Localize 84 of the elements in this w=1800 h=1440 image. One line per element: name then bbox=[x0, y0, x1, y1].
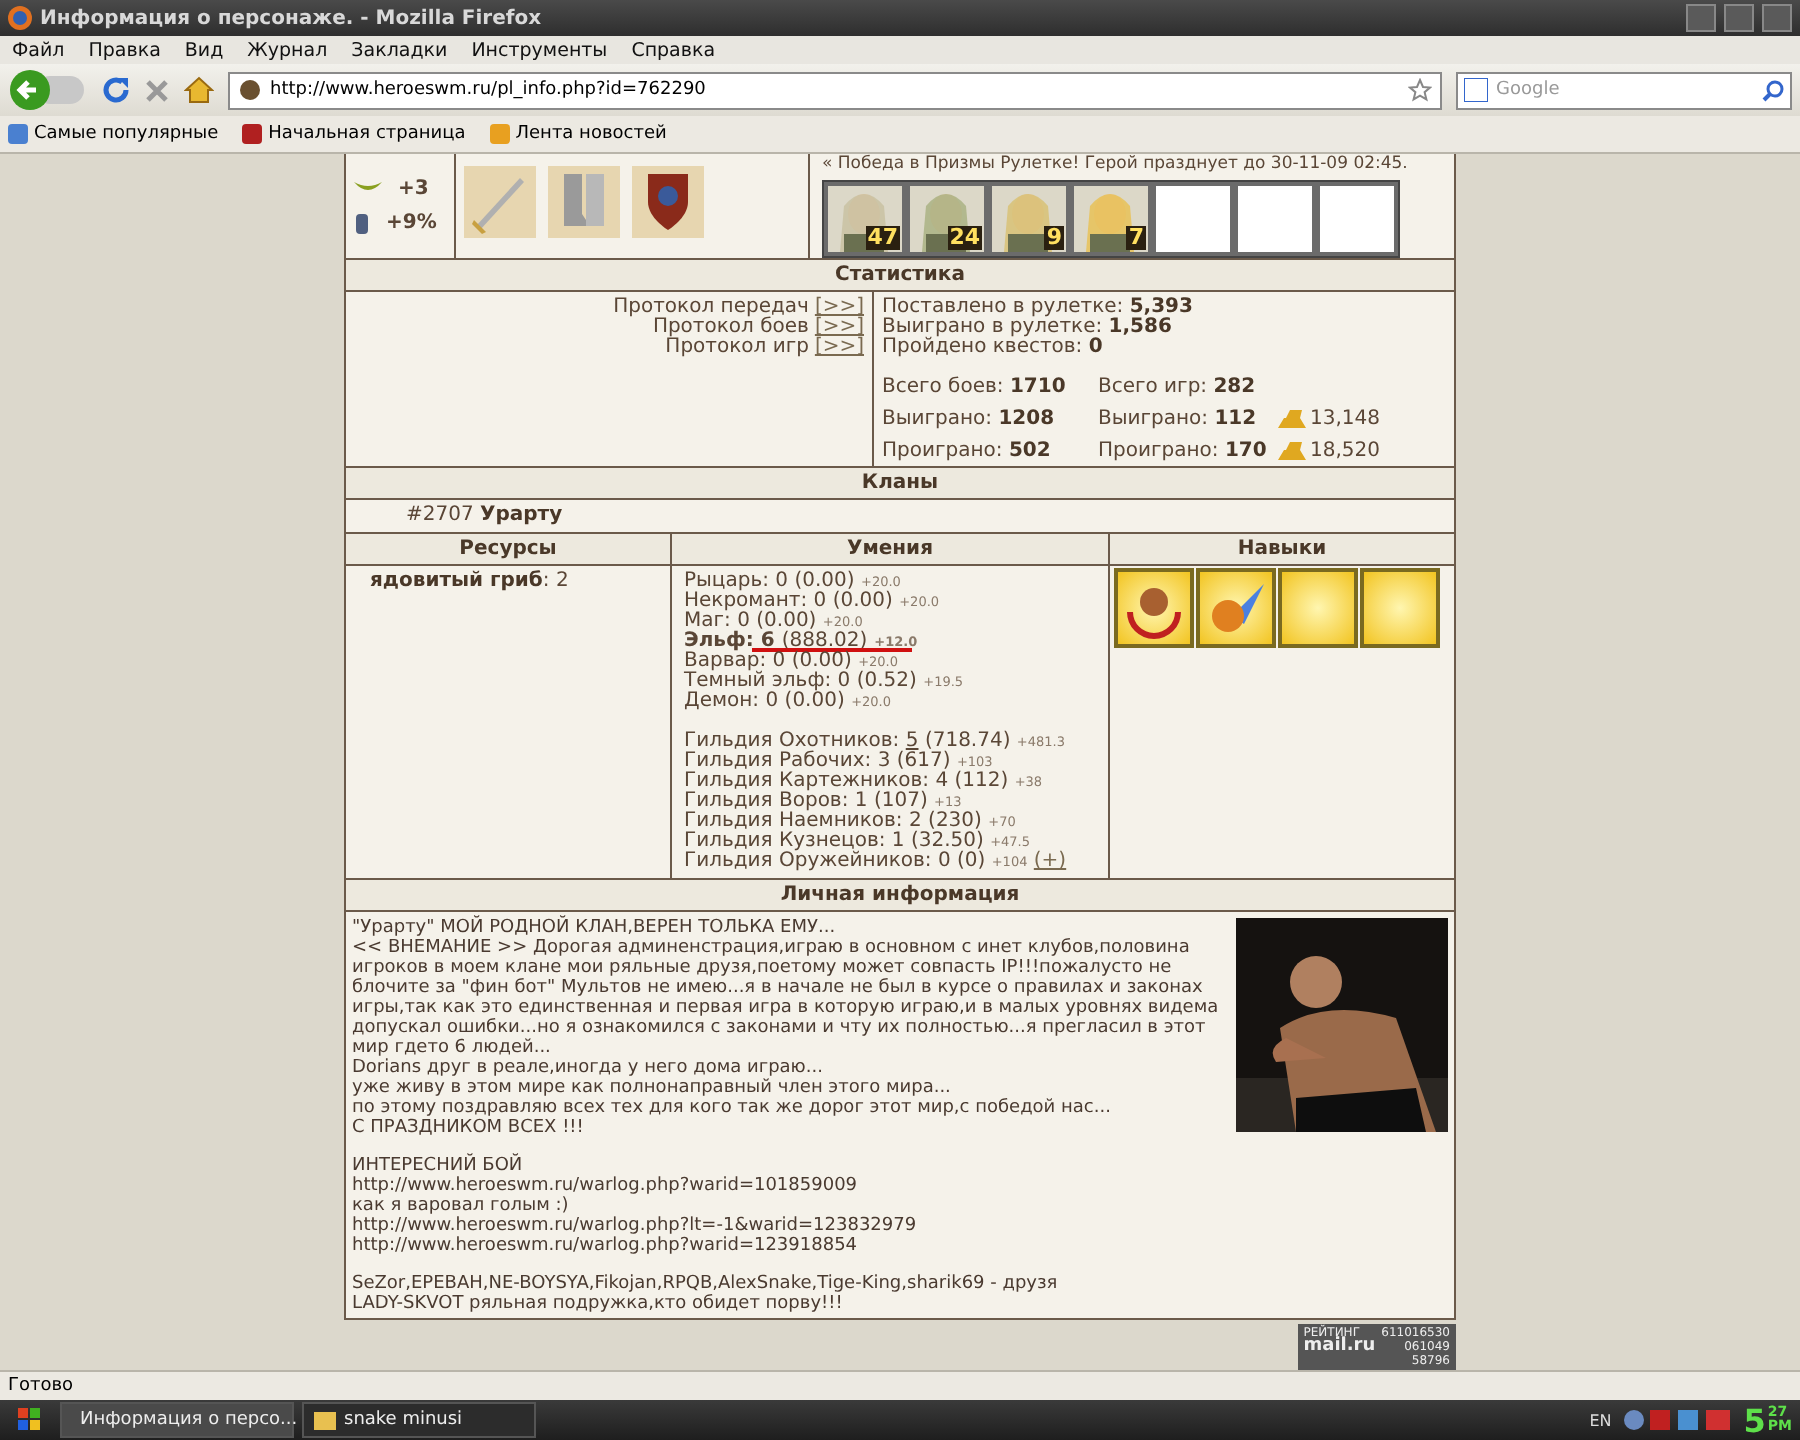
unit-count: 9 bbox=[1044, 226, 1064, 250]
search-icon[interactable] bbox=[1762, 79, 1784, 101]
info-text: << ВНЕМАНИЕ >> Дорогая админенстрация,играю в основном с инет клубов,половина игроков в моем клане мои ряльные друзя,поетому может совпасть IP!!!пожалусто не блочите за "фин бот" Мультов не имею...я в начале не был в курсе о правилах и законах игры,так как это единственная и первая игра в которую играю,и в малых уровнях видема допускал ошибки...но я ознакомился с законами и чту их полностью...я прегласил в этот мир гдето 6 людей... bbox=[352, 938, 1221, 1058]
tray-icons[interactable] bbox=[1621, 1408, 1734, 1432]
taskbar-button[interactable]: snake minusi bbox=[302, 1402, 536, 1438]
status-text: Готово bbox=[8, 1376, 74, 1396]
unit-count: 24 bbox=[947, 226, 982, 250]
info-text: http://www.heroeswm.ru/warlog.php?warid=123918854 bbox=[352, 1236, 860, 1256]
home-icon[interactable] bbox=[184, 76, 214, 104]
stat-line: Проиграно: 170 bbox=[1098, 441, 1269, 461]
section-header: Статистика bbox=[344, 260, 1456, 292]
log-label: Протокол боев bbox=[652, 318, 809, 338]
stat-line: Выиграно: 112 bbox=[1098, 409, 1259, 429]
info-text: уже живу в этом мире как полнонаправный член этого мира... bbox=[352, 1078, 953, 1098]
info-text: "Урарту" МОЙ РОДНОЙ КЛАН,ВЕРЕН ТОЛЬКА ЕМУ... bbox=[352, 918, 838, 938]
stat-line: Выиграно: 1208 bbox=[882, 409, 1057, 429]
bookmark-item[interactable]: Самые популярные bbox=[8, 124, 219, 144]
stat-line: Проиграно: 502 bbox=[882, 441, 1053, 461]
stat-line: Выиграно в рулетке: 1,586 bbox=[882, 318, 1174, 338]
fireball-icon[interactable] bbox=[1196, 568, 1276, 648]
news-text: « Победа в Призмы Рулетке! Герой празднует до 30-11-09 02:45. bbox=[822, 154, 1410, 174]
clan-link[interactable]: #2707 Урарту bbox=[406, 506, 563, 526]
info-text: SeZor,EPEBAH,NE-BOYSYA,Fikojan,RPQB,AlexSnake,Tige-King,sharik69 - друзя bbox=[352, 1274, 1060, 1294]
add-link[interactable]: (+) bbox=[1033, 850, 1067, 872]
bonus-value: +9% bbox=[386, 212, 437, 234]
section-header: Кланы bbox=[344, 468, 1456, 500]
stat-line: Пройдено квестов: 0 bbox=[882, 338, 1105, 358]
taskbar-button[interactable]: Информация о персо... bbox=[60, 1402, 294, 1438]
section-header: Личная информация bbox=[344, 880, 1456, 912]
bookmark-icon bbox=[8, 124, 28, 144]
log-link[interactable]: [>>] bbox=[814, 338, 864, 358]
info-text: как я варовал голым :) bbox=[352, 1196, 571, 1216]
language-indicator[interactable]: EN bbox=[1589, 1411, 1612, 1429]
star-icon[interactable] bbox=[1408, 78, 1432, 102]
coins-amount: 13,148 bbox=[1310, 408, 1380, 430]
stat-line: Всего боев: 1710 bbox=[882, 378, 1068, 398]
stat-line: Всего игр: 282 bbox=[1098, 378, 1258, 398]
menu-item[interactable]: Справка bbox=[631, 39, 716, 61]
log-label: Протокол игр bbox=[665, 338, 809, 358]
unit-count: 7 bbox=[1126, 226, 1146, 250]
site-icon bbox=[238, 78, 262, 102]
resource-line: ядовитый гриб: 2 bbox=[370, 572, 571, 592]
info-text: LADY-SKVOT ряльная подружка,кто обидет порву!!! bbox=[352, 1294, 845, 1314]
shield-icon[interactable] bbox=[632, 166, 704, 238]
bookmark-item[interactable]: Начальная страница bbox=[242, 124, 466, 144]
emblem-icon[interactable] bbox=[1114, 568, 1194, 648]
search-engine-icon bbox=[1464, 78, 1488, 102]
log-link[interactable]: [>>] bbox=[814, 298, 864, 318]
stat-line: Поставлено в рулетке: 5,393 bbox=[882, 298, 1195, 318]
menu-item[interactable]: Правка bbox=[88, 39, 161, 61]
info-text: http://www.heroeswm.ru/warlog.php?lt=-1&warid=123832979 bbox=[352, 1216, 919, 1236]
column-header: Ресурсы bbox=[346, 534, 672, 566]
info-text: http://www.heroeswm.ru/warlog.php?warid=101859009 bbox=[352, 1176, 860, 1196]
info-text: ИНТЕРЕСНИЙ БОЙ bbox=[352, 1156, 525, 1176]
folder-icon bbox=[314, 1410, 336, 1430]
column-header: Навыки bbox=[1110, 534, 1454, 566]
column-header: Умения bbox=[672, 534, 1110, 566]
creature-icon[interactable] bbox=[992, 186, 1066, 252]
url-field[interactable]: http://www.heroeswm.ru/pl_info.php?id=762290 bbox=[228, 71, 1442, 109]
stop-icon[interactable] bbox=[144, 77, 170, 103]
jar-icon bbox=[354, 211, 370, 235]
back-button[interactable] bbox=[8, 68, 88, 112]
creature-icon[interactable] bbox=[1074, 186, 1148, 252]
unit-count: 47 bbox=[865, 226, 900, 250]
menu-item[interactable]: Журнал bbox=[247, 39, 328, 61]
info-text: по этому поздравляю всех тех для кого так же дорог этот мир,с победой нас... bbox=[352, 1098, 1113, 1118]
info-text: С ПРАЗДНИКОМ ВСЕХ !!! bbox=[352, 1118, 586, 1138]
menu-item[interactable]: Файл bbox=[12, 39, 65, 61]
reload-icon[interactable] bbox=[102, 76, 130, 104]
browser-icon bbox=[8, 6, 32, 30]
menu-item[interactable]: Вид bbox=[184, 39, 224, 61]
coins-icon bbox=[1278, 410, 1306, 428]
bonus-value: +3 bbox=[398, 177, 429, 199]
log-label: Протокол передач bbox=[613, 298, 809, 318]
coins-icon bbox=[1278, 442, 1306, 460]
bookmark-icon bbox=[489, 124, 510, 144]
menu-item[interactable]: Закладки bbox=[351, 39, 448, 61]
menu-item[interactable]: Инструменты bbox=[471, 39, 608, 61]
bookmark-icon bbox=[242, 124, 263, 144]
bookmark-item[interactable]: Лента новостей bbox=[489, 124, 667, 144]
window-title: Информация о персонаже. - Mozilla Firefox bbox=[40, 7, 544, 29]
coins-amount: 18,520 bbox=[1310, 440, 1380, 462]
info-text: Dorians друг в реале,иногда у него дома играю... bbox=[352, 1058, 825, 1078]
log-link[interactable]: [>>] bbox=[814, 318, 864, 338]
